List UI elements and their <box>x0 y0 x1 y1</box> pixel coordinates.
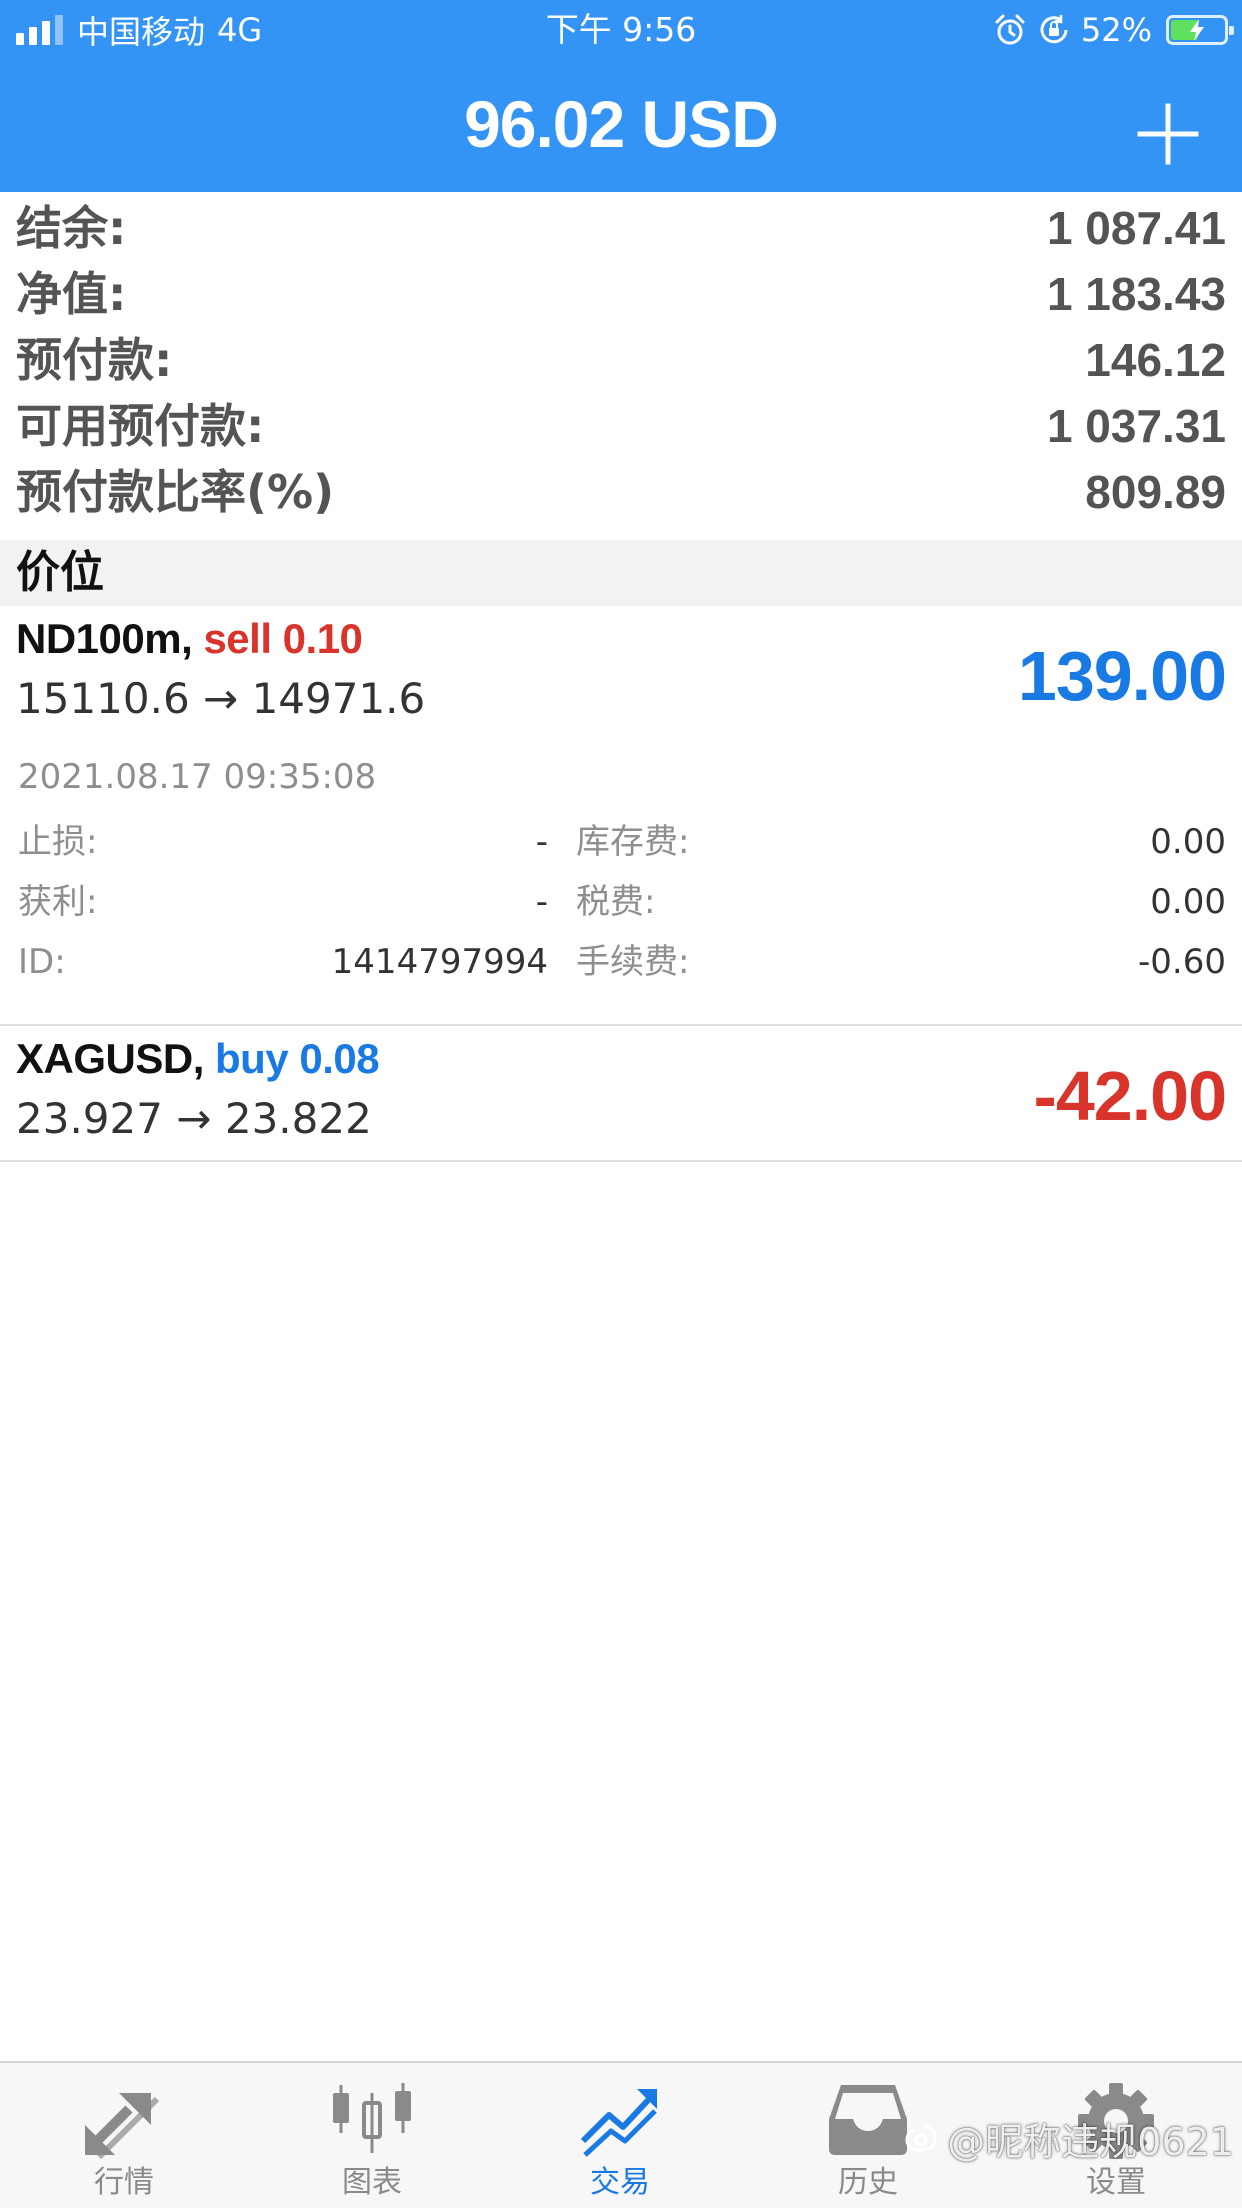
margin-value: 146.12 <box>1085 334 1226 386</box>
trade-screen: 中国移动 4G 下午 9:56 52% 96.02 USD 结余: 1 087.… <box>0 0 1242 2208</box>
position-side-volume: buy 0.08 <box>215 1035 380 1082</box>
detail-row-id-commission: ID: 1414797994 手续费: -0.60 <box>0 938 1242 998</box>
swap-label: 库存费: <box>576 822 690 862</box>
battery-percent: 52% <box>1080 11 1152 49</box>
free-margin-label: 可用预付款: <box>16 399 265 453</box>
tab-trade[interactable]: 交易 <box>496 2063 744 2208</box>
take-profit-value: - <box>535 882 548 922</box>
id-value: 1414797994 <box>331 942 548 982</box>
swap-value: 0.00 <box>1150 822 1226 862</box>
add-order-button[interactable] <box>1126 92 1210 176</box>
summary-row-margin-level: 预付款比率(%) 809.89 <box>0 459 1242 525</box>
watermark-text: @昵称违规0621 <box>947 2119 1234 2164</box>
positions-section-header: 价位 <box>0 540 1242 606</box>
balance-label: 结余: <box>16 201 127 255</box>
position-symbol: ND100m, <box>16 615 193 662</box>
history-inbox-icon <box>829 2085 907 2155</box>
position-prices: 15110.6 → 14971.6 <box>16 674 426 723</box>
position-symbol: XAGUSD, <box>16 1035 204 1082</box>
candlestick-chart-icon <box>333 2083 411 2153</box>
equity-label: 净值: <box>16 267 127 321</box>
tab-quotes[interactable]: 行情 <box>0 2063 248 2208</box>
position-profit: 139.00 <box>1017 637 1227 715</box>
alarm-clock-icon <box>995 14 1025 45</box>
position-item[interactable]: XAGUSD, buy 0.08 23.927 → 23.822 -42.00 <box>0 1026 1242 1162</box>
title-bar: 96.02 USD <box>0 58 1242 192</box>
balance-value: 1 087.41 <box>1046 202 1226 254</box>
section-title: 价位 <box>16 547 104 598</box>
stop-loss-label: 止损: <box>18 822 98 862</box>
free-margin-value: 1 037.31 <box>1046 400 1226 452</box>
commission-value: -0.60 <box>1138 942 1226 982</box>
summary-row-equity: 净值: 1 183.43 <box>0 261 1242 327</box>
tab-label: 交易 <box>590 2165 650 2200</box>
battery-icon <box>1166 15 1234 45</box>
page-title: 96.02 USD <box>464 87 779 161</box>
summary-row-balance: 结余: 1 087.41 <box>0 195 1242 261</box>
trade-trend-icon <box>580 2089 657 2157</box>
id-label: ID: <box>18 942 66 982</box>
take-profit-label: 获利: <box>18 882 98 922</box>
position-prices: 23.927 → 23.822 <box>16 1094 372 1143</box>
tax-label: 税费: <box>576 882 656 922</box>
watermark: @昵称违规0621 <box>901 2116 1234 2164</box>
margin-label: 预付款: <box>16 333 173 387</box>
summary-row-free-margin: 可用预付款: 1 037.31 <box>0 393 1242 459</box>
status-bar: 中国移动 4G 下午 9:56 52% <box>0 0 1242 58</box>
weibo-logo-icon <box>905 2124 937 2152</box>
detail-row-tp-tax: 获利: - 税费: 0.00 <box>0 878 1242 938</box>
status-right: 52% <box>993 8 1234 52</box>
margin-level-value: 809.89 <box>1085 466 1226 518</box>
plus-icon <box>1137 103 1199 165</box>
position-profit: -42.00 <box>1033 1057 1227 1135</box>
tab-label: 行情 <box>94 2165 154 2200</box>
position-side-volume: sell 0.10 <box>203 615 363 662</box>
detail-row-sl-swap: 止损: - 库存费: 0.00 <box>0 818 1242 878</box>
position-item[interactable]: ND100m, sell 0.10 15110.6 → 14971.6 139.… <box>0 606 1242 1026</box>
position-open-time: 2021.08.17 09:35:08 <box>18 757 377 797</box>
account-summary: 结余: 1 087.41 净值: 1 183.43 预付款: 146.12 可用… <box>0 195 1242 525</box>
tab-label: 图表 <box>342 2165 402 2200</box>
divider <box>0 1160 1242 1162</box>
header: 中国移动 4G 下午 9:56 52% 96.02 USD <box>0 0 1242 192</box>
position-header: XAGUSD, buy 0.08 <box>16 1034 380 1084</box>
summary-row-margin: 预付款: 146.12 <box>0 327 1242 393</box>
equity-value: 1 183.43 <box>1046 268 1226 320</box>
stop-loss-value: - <box>535 822 548 862</box>
commission-label: 手续费: <box>576 942 690 982</box>
charging-bolt-icon <box>1190 19 1204 41</box>
tax-value: 0.00 <box>1150 882 1226 922</box>
position-header: ND100m, sell 0.10 <box>16 614 363 664</box>
quotes-arrows-icon <box>85 2093 160 2159</box>
tab-charts[interactable]: 图表 <box>248 2063 496 2208</box>
rotation-lock-icon <box>1040 15 1068 44</box>
margin-level-label: 预付款比率(%) <box>16 465 335 519</box>
tab-label: 历史 <box>838 2165 898 2200</box>
tab-label: 设置 <box>1086 2165 1146 2200</box>
